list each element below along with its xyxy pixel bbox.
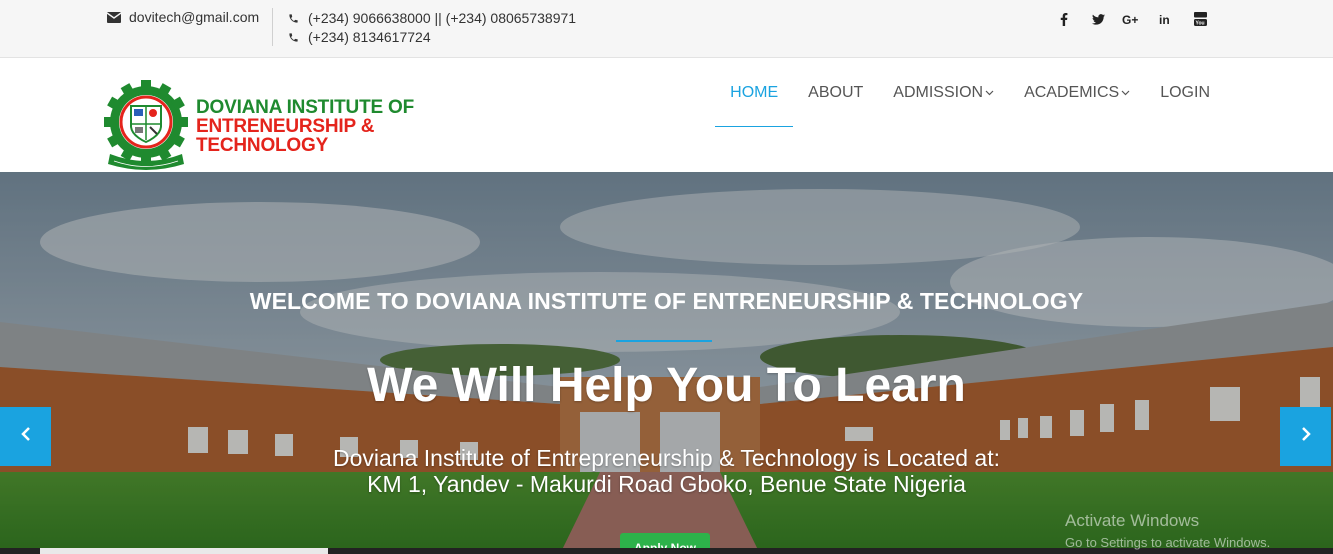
email-contact[interactable]: dovitech@gmail.com	[107, 9, 259, 25]
top-contact-bar: dovitech@gmail.com (+234) 9066638000 || …	[0, 0, 1333, 58]
facebook-icon[interactable]	[1047, 10, 1081, 28]
watermark-line-2: Go to Settings to activate Windows.	[1065, 535, 1271, 550]
chevron-left-icon	[20, 426, 32, 447]
linkedin-icon[interactable]: in	[1149, 10, 1183, 28]
institute-seal-icon	[104, 80, 188, 170]
twitter-icon[interactable]	[1081, 10, 1115, 28]
nav-item-about[interactable]: ABOUT	[793, 58, 878, 128]
svg-text:G+: G+	[1122, 13, 1138, 25]
slider-next-button[interactable]	[1280, 407, 1331, 466]
phone-text-2: (+234) 8134617724	[308, 29, 431, 45]
phone-row[interactable]: (+234) 8134617724	[288, 28, 576, 47]
phone-text-1: (+234) 9066638000 || (+234) 08065738971	[308, 10, 577, 26]
main-navigation: HOME ABOUT ADMISSION ACADEMICS LOGIN	[715, 58, 1225, 172]
svg-text:in: in	[1159, 13, 1170, 25]
nav-label: ABOUT	[808, 84, 864, 101]
hero-bottom-panel	[40, 548, 328, 554]
svg-text:You: You	[1195, 21, 1204, 27]
phone-icon	[288, 32, 299, 43]
envelope-icon	[107, 11, 121, 23]
site-logo[interactable]: DOVIANA INSTITUTE OF ENTRENEURSHIP & TEC…	[104, 76, 484, 172]
phone-contacts: (+234) 9066638000 || (+234) 08065738971 …	[288, 9, 576, 47]
nav-label: HOME	[730, 84, 779, 101]
phone-row[interactable]: (+234) 9066638000 || (+234) 08065738971	[288, 9, 576, 28]
email-text: dovitech@gmail.com	[129, 9, 260, 25]
hero-subtitle-line-2: KM 1, Yandev - Makurdi Road Gboko, Benue…	[367, 471, 966, 497]
logo-wordmark: DOVIANA INSTITUTE OF ENTRENEURSHIP & TEC…	[196, 98, 484, 155]
watermark-line-1: Activate Windows	[1065, 511, 1200, 530]
nav-label: ADMISSION	[893, 84, 984, 101]
windows-activation-watermark: Activate Windows Go to Settings to activ…	[1065, 510, 1270, 554]
nav-item-admission[interactable]: ADMISSION	[878, 58, 1009, 128]
hero-divider	[616, 340, 712, 342]
nav-item-home[interactable]: HOME	[715, 58, 794, 128]
hero-slider: WELCOME TO DOVIANA INSTITUTE OF ENTRENEU…	[0, 172, 1333, 554]
chevron-down-icon	[1121, 90, 1130, 96]
nav-item-academics[interactable]: ACADEMICS	[1009, 58, 1145, 128]
google-plus-icon[interactable]: G+	[1115, 10, 1149, 28]
social-links: G+ in You	[1047, 10, 1217, 28]
chevron-right-icon	[1300, 426, 1312, 447]
nav-label: LOGIN	[1160, 84, 1210, 101]
hero-subtitle-line-1: Doviana Institute of Entrepreneurship & …	[333, 445, 1000, 471]
slider-prev-button[interactable]	[0, 407, 51, 466]
site-header: DOVIANA INSTITUTE OF ENTRENEURSHIP & TEC…	[0, 58, 1333, 172]
chevron-down-icon	[985, 90, 994, 96]
nav-label: ACADEMICS	[1024, 84, 1120, 101]
hero-subtitle: Doviana Institute of Entrepreneurship & …	[0, 445, 1333, 497]
hero-headline: We Will Help You To Learn	[367, 359, 966, 412]
logo-line-2: ENTRENEURSHIP & TECHNOLOGY	[196, 115, 375, 156]
logo-line-1: DOVIANA INSTITUTE OF	[196, 96, 415, 118]
hero-welcome-title: WELCOME TO DOVIANA INSTITUTE OF ENTRENEU…	[249, 288, 1084, 314]
youtube-icon[interactable]: You	[1183, 10, 1217, 28]
phone-icon	[288, 13, 299, 24]
topbar-divider	[272, 8, 273, 46]
nav-item-login[interactable]: LOGIN	[1145, 58, 1225, 128]
